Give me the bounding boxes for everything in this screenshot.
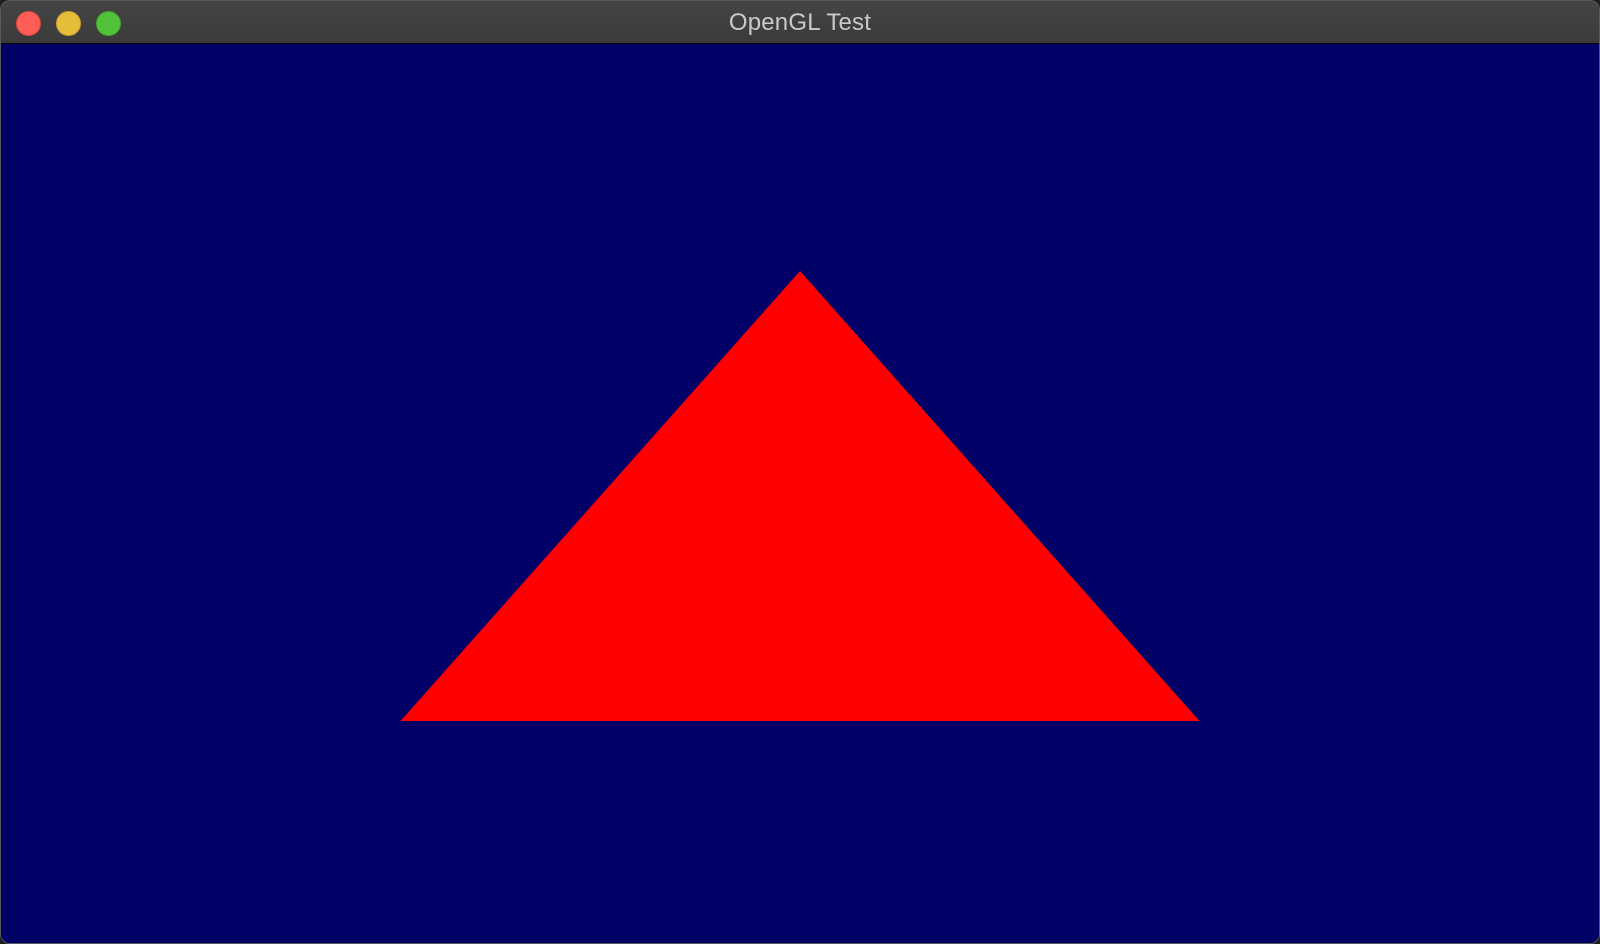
window-title: OpenGL Test: [728, 9, 872, 36]
render-surface: [1, 45, 1599, 943]
opengl-canvas[interactable]: [1, 45, 1599, 943]
opengl-window: OpenGL Test: [0, 0, 1600, 944]
title-bar[interactable]: OpenGL Test: [1, 1, 1599, 44]
